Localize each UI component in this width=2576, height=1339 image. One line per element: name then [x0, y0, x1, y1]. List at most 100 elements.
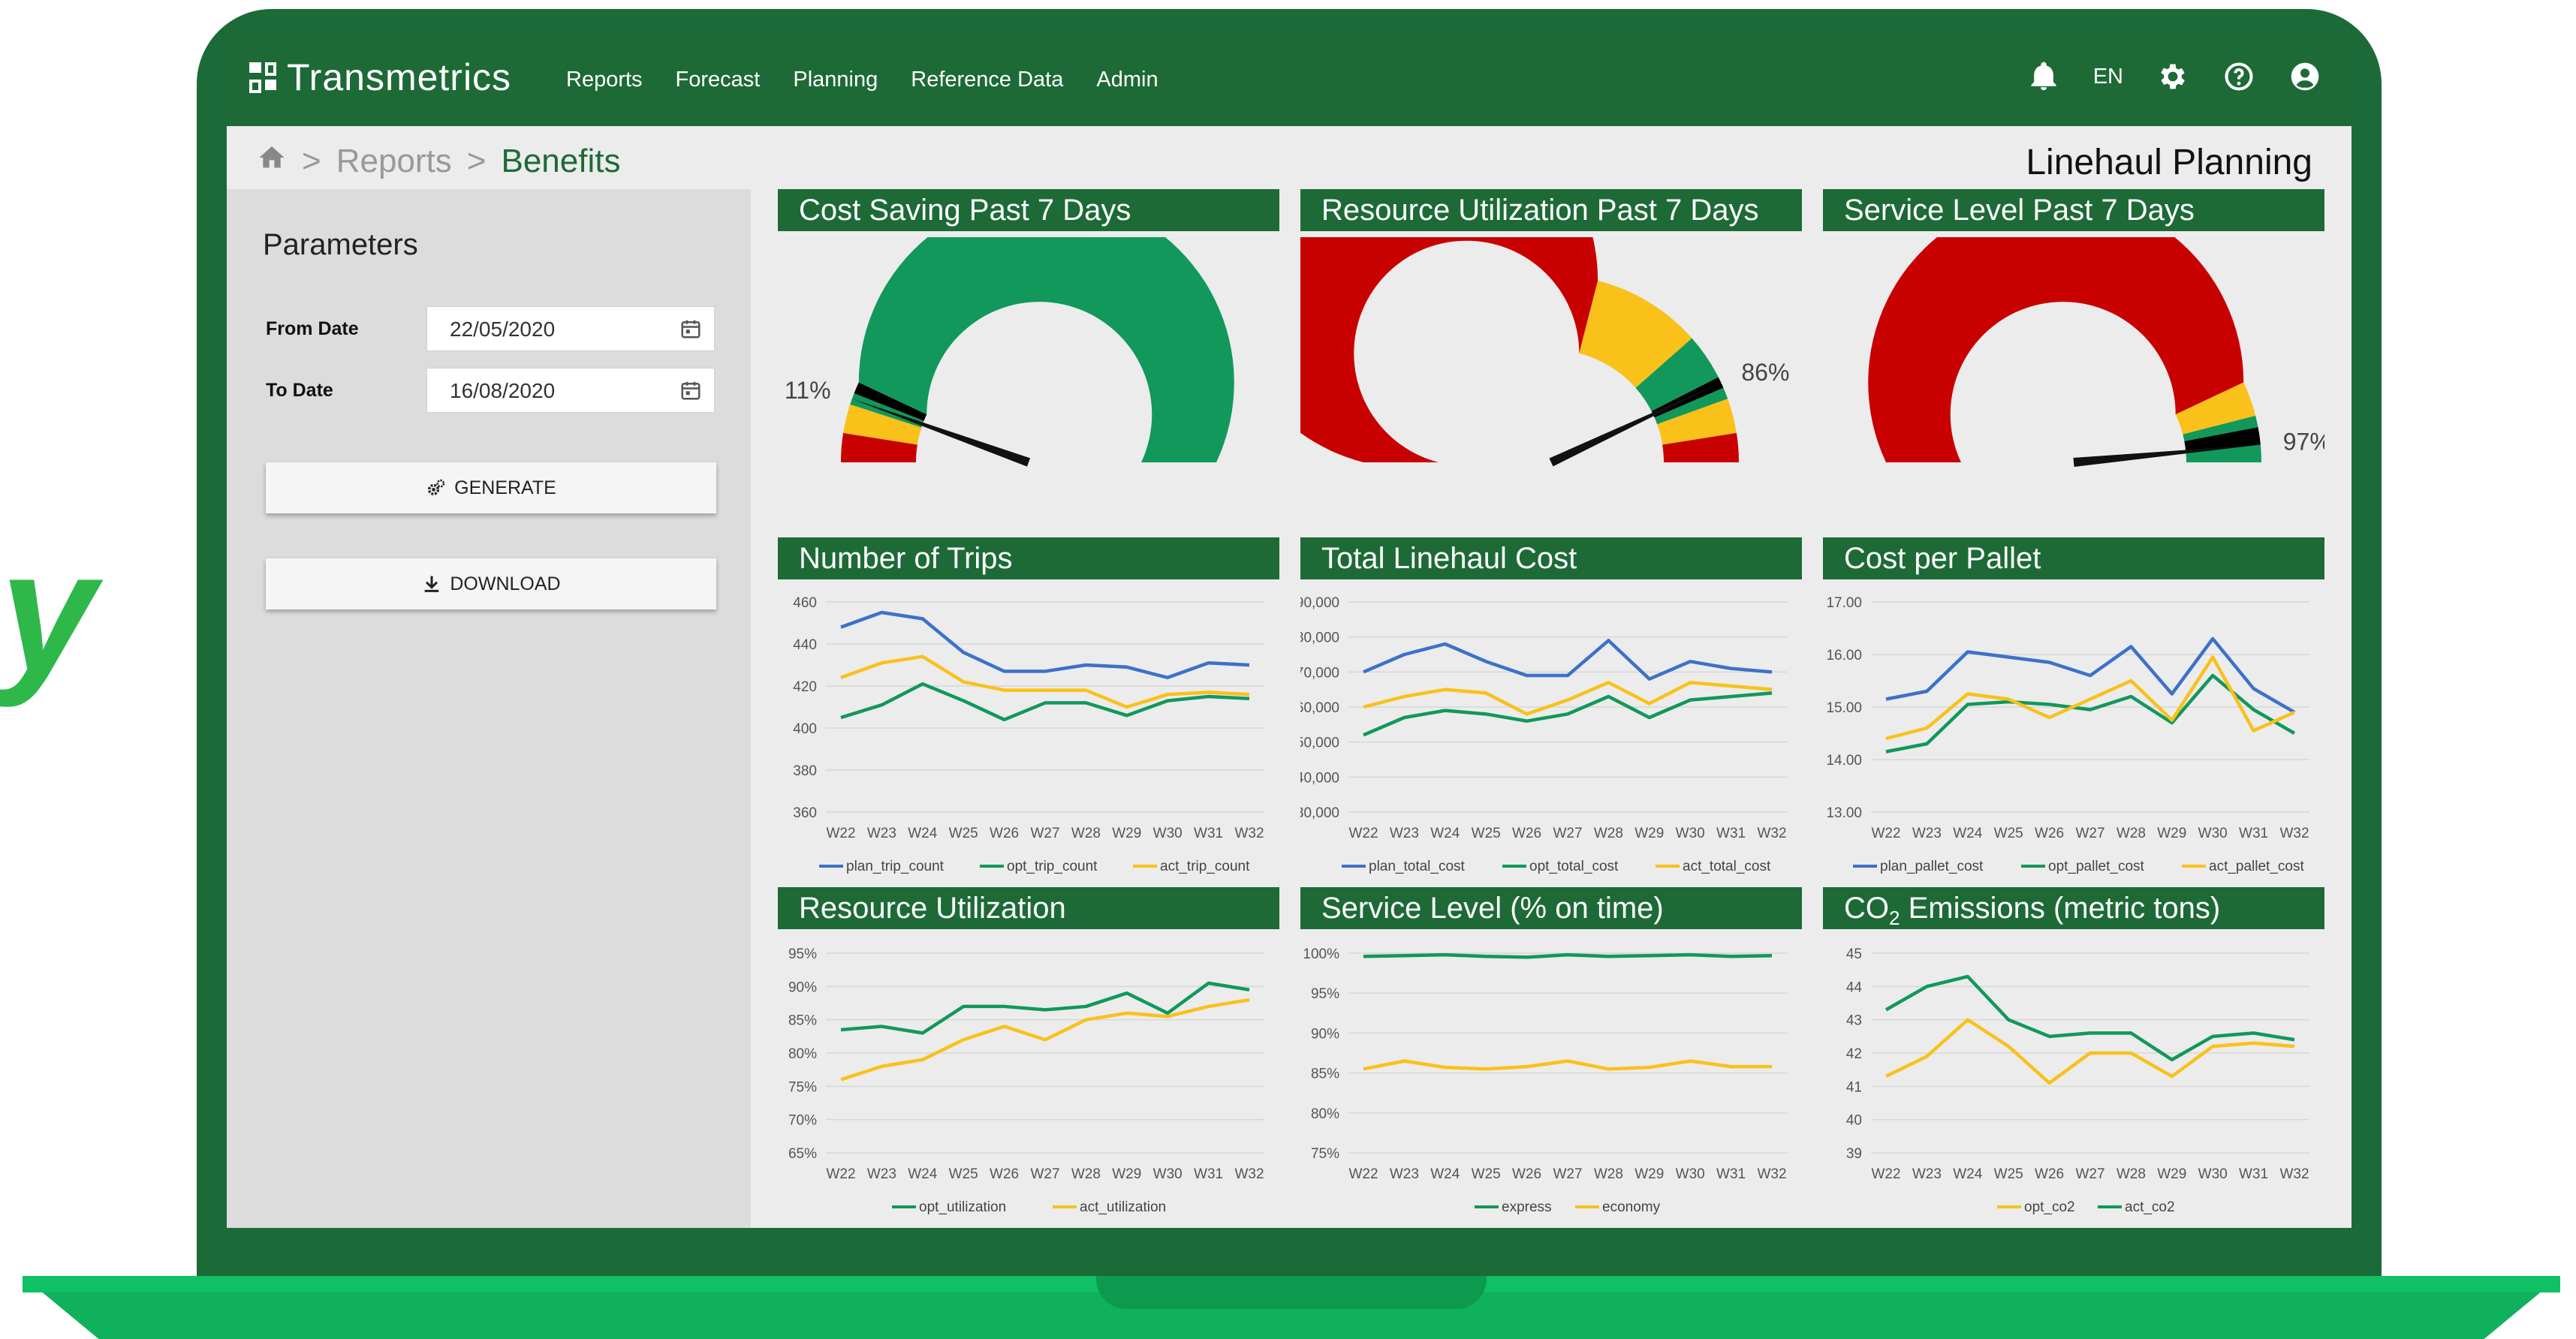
x-tick-label: W28	[1594, 826, 1623, 841]
x-tick-label: W26	[2035, 1166, 2064, 1182]
x-tick-label: W25	[1472, 826, 1501, 841]
x-tick-label: W27	[1553, 1166, 1582, 1182]
y-tick-label: 13.00	[1826, 805, 1862, 821]
top-actions: EN	[2027, 60, 2321, 93]
legend-label: opt_total_cost	[1529, 859, 1619, 874]
x-tick-label: W28	[2117, 1166, 2146, 1182]
x-tick-label: W30	[2198, 1166, 2228, 1182]
x-tick-label: W24	[908, 1166, 938, 1182]
download-icon	[425, 576, 439, 592]
x-tick-label: W24	[1953, 1166, 1983, 1182]
y-tick-label: 85%	[1311, 1067, 1339, 1082]
x-tick-label: W27	[1030, 826, 1059, 841]
y-tick-label: 75%	[1311, 1146, 1339, 1162]
generate-label: GENERATE	[454, 477, 556, 498]
series-line-plan_total_cost	[1363, 639, 1773, 681]
nav-item-admin[interactable]: Admin	[1096, 68, 1158, 92]
x-tick-label: W22	[826, 826, 855, 841]
y-tick-label: 14.00	[1826, 753, 1862, 769]
y-tick-label: 250,000	[1300, 736, 1339, 751]
y-tick-label: 15.00	[1826, 700, 1862, 716]
y-tick-label: 70%	[788, 1113, 817, 1129]
to-date-field[interactable]: 16/08/2020	[426, 368, 715, 413]
x-tick-label: W22	[1348, 1166, 1378, 1182]
y-tick-label: 16.00	[1826, 648, 1862, 663]
service-level-7-title: Service Level Past 7 Days	[1823, 189, 2324, 231]
resource-utilization-chart: 95% 90% 85% 80% 75% 70% 65% W22 W23 W24 W25 W26 W27 W…	[788, 946, 1264, 1215]
x-tick-label: W26	[2035, 826, 2064, 841]
breadcrumb-separator: >	[302, 143, 321, 179]
x-tick-label: W31	[1194, 826, 1223, 841]
parameters-title: Parameters	[263, 228, 418, 261]
x-tick-label: W29	[1634, 1166, 1664, 1182]
x-tick-label: W30	[1153, 826, 1183, 841]
bell-icon[interactable]	[2027, 60, 2060, 93]
y-tick-label: 43	[1846, 1013, 1862, 1029]
y-tick-label: 40	[1846, 1113, 1862, 1129]
home-icon[interactable]	[257, 143, 287, 181]
to-date-value: 16/08/2020	[450, 379, 556, 402]
y-tick-label: 90%	[788, 979, 817, 995]
x-tick-label: W23	[1912, 1166, 1942, 1182]
series-line-act_co2	[1885, 974, 2295, 1062]
x-tick-label: W25	[1994, 1166, 2023, 1182]
legend-label: express	[1502, 1199, 1552, 1215]
series-line-opt_co2	[1885, 1018, 2295, 1085]
nav-item-reports[interactable]: Reports	[566, 68, 643, 92]
x-tick-label: W31	[1716, 1166, 1746, 1182]
legend-label: opt_trip_count	[1007, 859, 1098, 874]
from-date-field[interactable]: 22/05/2020	[426, 306, 715, 351]
help-icon[interactable]	[2222, 60, 2255, 93]
y-tick-label: 360	[793, 805, 817, 821]
language-selector[interactable]: EN	[2093, 65, 2123, 89]
to-date-label: To Date	[266, 380, 333, 401]
user-icon[interactable]	[2288, 60, 2321, 93]
x-tick-label: W26	[990, 1166, 1019, 1182]
calendar-icon[interactable]	[679, 317, 702, 340]
x-tick-label: W30	[1676, 1166, 1705, 1182]
series-line-plan_pallet_cost	[1885, 636, 2296, 714]
trips-title: Number of Trips	[778, 537, 1279, 579]
gear-icon[interactable]	[2156, 60, 2189, 93]
calendar-icon[interactable]	[679, 379, 702, 402]
generate-button[interactable]: GENERATE	[266, 462, 716, 513]
legend-label: act_total_cost	[1683, 859, 1771, 874]
download-button[interactable]: DOWNLOAD	[266, 558, 716, 609]
download-label: DOWNLOAD	[450, 573, 561, 594]
x-tick-label: W23	[867, 1166, 896, 1182]
x-tick-label: W32	[2279, 826, 2309, 841]
breadcrumb-reports[interactable]: Reports	[336, 143, 452, 180]
x-tick-label: W23	[1390, 826, 1419, 841]
app-logo[interactable]: Transmetrics	[249, 56, 511, 99]
legend-label: opt_utilization	[919, 1199, 1006, 1215]
y-tick-label: 420	[793, 679, 817, 695]
nav-item-forecast[interactable]: Forecast	[676, 68, 761, 92]
x-tick-label: W26	[1512, 1166, 1541, 1182]
top-navbar: Transmetrics Reports Forecast Planning R…	[227, 38, 2352, 126]
x-tick-label: W29	[1112, 826, 1141, 841]
legend-label: act_co2	[2125, 1199, 2175, 1215]
series-line-opt_utilization	[840, 981, 1250, 1035]
x-tick-label: W28	[1594, 1166, 1623, 1182]
legend-label: act_pallet_cost	[2209, 859, 2304, 874]
y-tick-label: 85%	[788, 1013, 817, 1029]
x-tick-label: W27	[2075, 826, 2104, 841]
resource-utilization-title: Resource Utilization	[778, 887, 1279, 929]
y-tick-label: 290,000	[1300, 595, 1339, 611]
x-tick-label: W32	[1757, 826, 1786, 841]
y-tick-label: 41	[1846, 1079, 1862, 1095]
y-tick-label: 95%	[788, 946, 817, 962]
x-tick-label: W28	[1071, 1166, 1101, 1182]
gauge-value-label: 11%	[785, 377, 831, 404]
x-tick-label: W28	[1071, 826, 1101, 841]
nav-item-reference-data[interactable]: Reference Data	[911, 68, 1063, 92]
nav-item-planning[interactable]: Planning	[793, 68, 878, 92]
service-level-title: Service Level (% on time)	[1300, 887, 1802, 929]
x-tick-label: W30	[1153, 1166, 1183, 1182]
y-tick-label: 95%	[1311, 986, 1339, 1002]
legend-label: opt_pallet_cost	[2048, 859, 2145, 874]
y-tick-label: 80%	[788, 1046, 817, 1062]
y-tick-label: 240,000	[1300, 770, 1339, 786]
y-tick-label: 280,000	[1300, 630, 1339, 646]
x-tick-label: W29	[2157, 1166, 2186, 1182]
